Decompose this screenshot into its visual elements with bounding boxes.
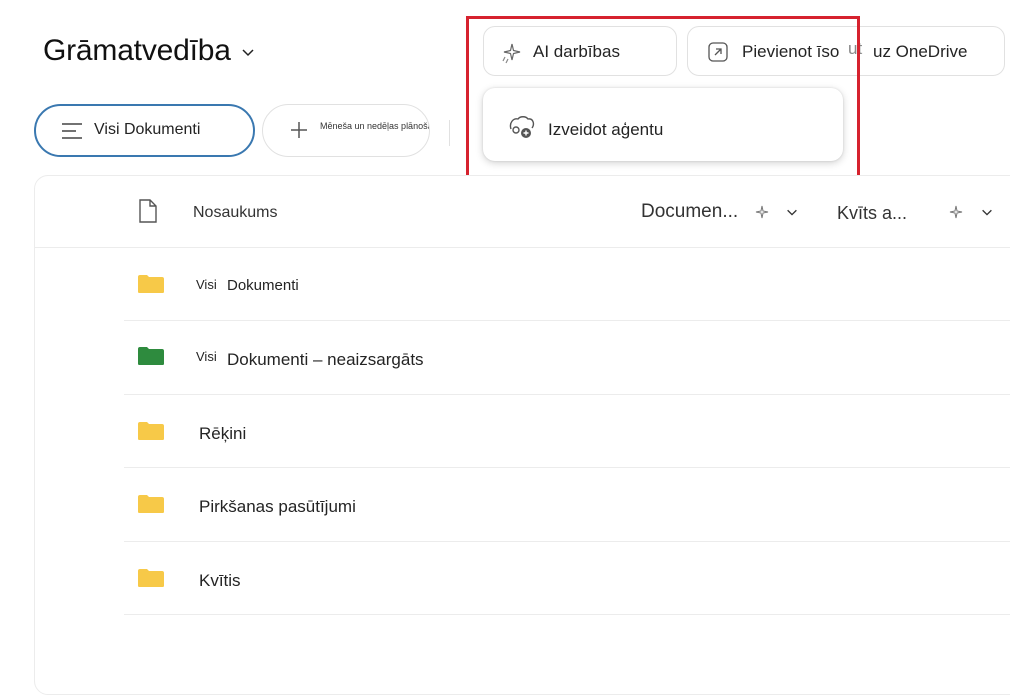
create-agent-menu-item[interactable]: Izveidot aģentu [483,88,843,161]
sparkle-icon [755,205,769,219]
folder-icon [138,422,164,440]
folder-icon [138,569,164,587]
view-selector-all-documents[interactable]: Visi Dokumenti [34,104,255,157]
add-view-button[interactable]: Mēneša un nedēļas plānošanas kalendārs (… [262,104,430,157]
plus-icon [291,122,307,138]
chevron-down-icon[interactable] [980,205,994,219]
item-name[interactable]: Dokumenti [227,277,299,294]
add-shortcut-label: Pievienot īso [742,42,840,61]
page-title[interactable]: Grāmatvedība [43,34,231,68]
divider [124,394,1010,395]
table-row[interactable]: Visi Dokumenti – neaizsargāts [124,322,1010,394]
ai-actions-button[interactable]: AI darbības [483,26,677,76]
add-shortcut-suffix: uz OneDrive [873,42,968,61]
add-shortcut-button[interactable]: Pievienot īso ut uz OneDrive [687,26,1005,76]
table-row[interactable]: Kvītis [124,543,1010,613]
chevron-down-icon[interactable] [785,205,799,219]
sparkle-icon [949,205,963,219]
column-header-document[interactable]: Documen... [641,201,738,223]
folder-icon [138,347,164,365]
table-row[interactable]: Pirkšanas pasūtījumi [124,469,1010,541]
create-agent-label: Izveidot aģentu [548,120,664,139]
ai-actions-menu: Izveidot aģentu [483,88,843,161]
file-icon [139,199,157,223]
folder-icon [138,275,164,293]
item-name[interactable]: Pirkšanas pasūtījumi [199,497,356,517]
column-header-receipt[interactable]: Kvīts a... [837,203,907,224]
divider [124,614,1010,615]
item-name[interactable]: Kvītis [199,571,241,591]
column-header-name[interactable]: Nosaukums [193,204,277,222]
item-name-prefix: Visi [196,277,217,292]
ai-actions-label: AI darbības [533,42,620,61]
divider [124,320,1010,321]
divider [124,541,1010,542]
item-name[interactable]: Rēķini [199,424,246,444]
list-icon [62,123,82,139]
agent-icon [509,116,535,138]
divider [34,247,1010,248]
add-view-label: Mēneša un nedēļas plānošanas kalendārs (… [320,121,429,131]
shortcut-arrow-icon [708,42,728,62]
chevron-down-icon[interactable] [240,44,256,60]
add-shortcut-fragment: ut [848,39,863,58]
table-row[interactable]: Visi Dokumenti [124,250,1010,320]
sparkle-icon [502,43,521,64]
item-name-prefix: Visi [196,349,217,364]
divider [124,467,1010,468]
table-row[interactable]: Rēķini [124,396,1010,466]
view-selector-label: Visi Dokumenti [94,121,201,138]
item-name[interactable]: Dokumenti – neaizsargāts [227,350,424,370]
folder-icon [138,495,164,513]
divider [449,120,450,146]
